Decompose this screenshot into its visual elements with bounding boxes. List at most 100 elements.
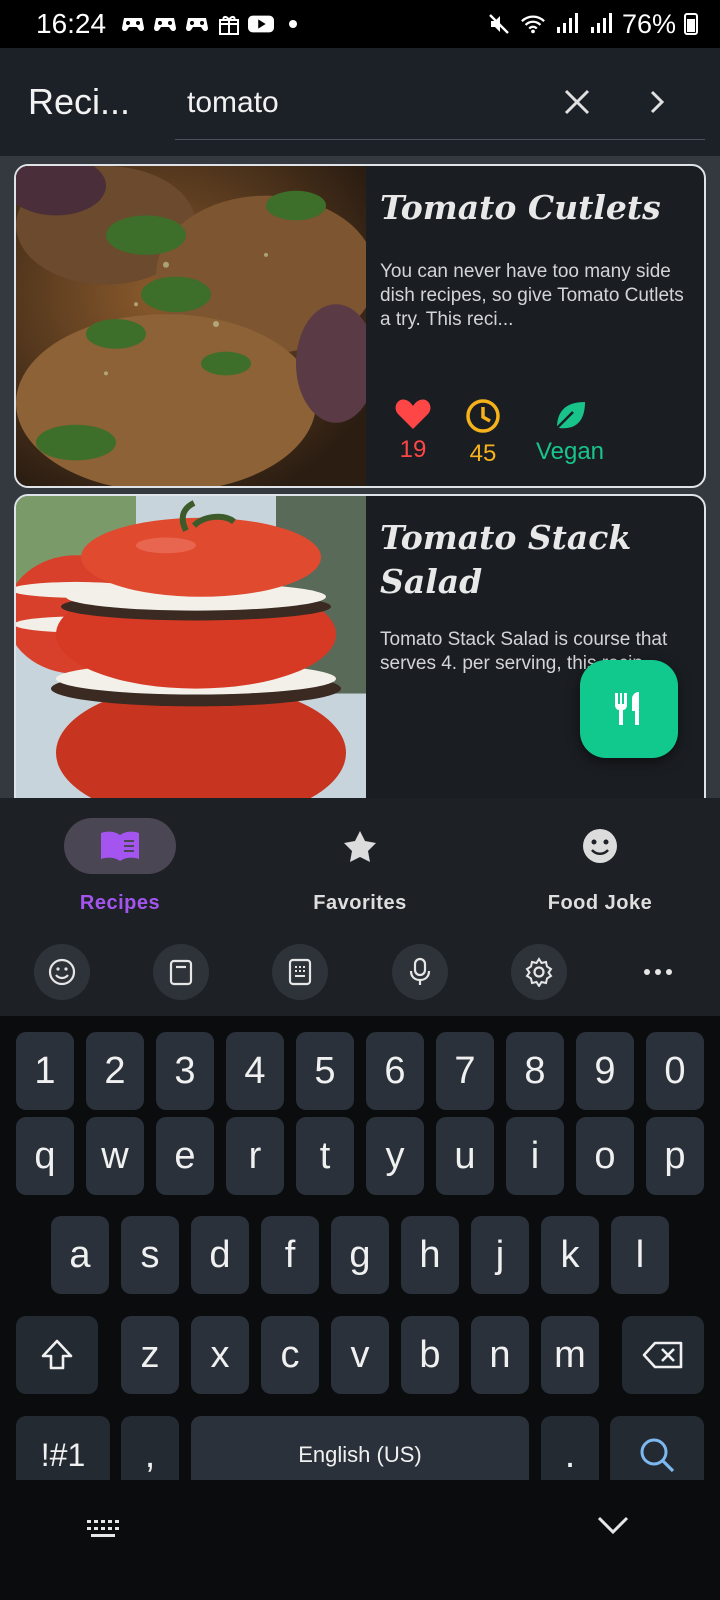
youtube-icon: [248, 14, 275, 34]
smiley-icon: [583, 829, 617, 863]
key-m[interactable]: m: [541, 1316, 599, 1394]
key-6[interactable]: 6: [366, 1032, 424, 1110]
diet-label: Vegan: [535, 438, 605, 465]
more-options-button[interactable]: [630, 944, 686, 1000]
key-q[interactable]: q: [16, 1117, 74, 1195]
nav-favorites[interactable]: Favorites: [240, 798, 480, 928]
wifi-icon: [520, 14, 546, 34]
backspace-icon: [642, 1341, 683, 1369]
heart-icon: [395, 399, 431, 429]
nav-label: Food Joke: [547, 892, 653, 914]
bottom-navigation: Recipes Favorites Food Joke: [0, 798, 720, 928]
shift-key[interactable]: [16, 1316, 98, 1394]
recipe-image: [16, 496, 366, 798]
key-e[interactable]: e: [156, 1117, 214, 1195]
key-p[interactable]: p: [646, 1117, 704, 1195]
time-stat: 45: [460, 398, 506, 468]
hide-keyboard-button[interactable]: [596, 1514, 630, 1541]
mute-icon: [486, 14, 512, 34]
settings-icon: [525, 957, 553, 987]
key-3[interactable]: 3: [156, 1032, 214, 1110]
key-f[interactable]: f: [261, 1216, 319, 1294]
battery-icon: [684, 13, 698, 35]
nav-recipes[interactable]: Recipes: [0, 798, 240, 928]
key-2[interactable]: 2: [86, 1032, 144, 1110]
battery-percent: 76%: [621, 8, 676, 39]
key-n[interactable]: n: [471, 1316, 529, 1394]
key-d[interactable]: d: [191, 1216, 249, 1294]
keyboard-icon: [87, 1520, 119, 1537]
recipe-stats: 19 45 Vegan: [390, 398, 610, 468]
key-4[interactable]: 4: [226, 1032, 284, 1110]
chevron-right-icon: [650, 90, 665, 114]
keyboard-toolbar: [0, 928, 720, 1016]
mic-icon: [409, 957, 430, 985]
key-b[interactable]: b: [401, 1316, 459, 1394]
voice-input-button[interactable]: [391, 944, 448, 1000]
key-j[interactable]: j: [471, 1216, 529, 1294]
key-7[interactable]: 7: [436, 1032, 494, 1110]
app-title: Reci...: [28, 81, 131, 122]
recipe-title: Tomato Stack Salad: [380, 518, 632, 601]
key-u[interactable]: u: [436, 1117, 494, 1195]
recipe-card[interactable]: Tomato Cutlets You can never have too ma…: [14, 164, 706, 488]
leaf-icon: [556, 402, 585, 429]
dot-icon: [280, 14, 306, 34]
key-x[interactable]: x: [191, 1316, 249, 1394]
key-r[interactable]: r: [226, 1117, 284, 1195]
key-9[interactable]: 9: [576, 1032, 634, 1110]
recipe-title: Tomato Cutlets: [380, 188, 661, 227]
book-icon: [101, 831, 139, 861]
signal-icon: [554, 13, 580, 34]
key-i[interactable]: i: [506, 1117, 564, 1195]
gift-icon: [216, 14, 242, 35]
clipboard-icon: [170, 959, 193, 986]
likes-count: 19: [399, 436, 427, 463]
search-input[interactable]: [175, 85, 535, 120]
submit-search-button[interactable]: [635, 80, 679, 124]
key-g[interactable]: g: [331, 1216, 389, 1294]
game-icon: [120, 14, 146, 34]
nav-food-joke[interactable]: Food Joke: [480, 798, 720, 928]
backspace-key[interactable]: [622, 1316, 704, 1394]
key-h[interactable]: h: [401, 1216, 459, 1294]
chevron-down-icon: [597, 1516, 629, 1535]
nav-food-joke-indicator: [544, 818, 656, 874]
clear-search-button[interactable]: [555, 80, 599, 124]
key-0[interactable]: 0: [646, 1032, 704, 1110]
recipe-body: Tomato Cutlets You can never have too ma…: [380, 166, 688, 486]
emoji-button[interactable]: [34, 944, 90, 1000]
star-icon: [344, 831, 376, 862]
key-8[interactable]: 8: [506, 1032, 564, 1110]
search-icon: [640, 1438, 675, 1473]
key-z[interactable]: z: [121, 1316, 179, 1394]
key-t[interactable]: t: [296, 1117, 354, 1195]
keyboard-switch-button[interactable]: [86, 1518, 122, 1545]
clipboard-button[interactable]: [153, 944, 210, 1000]
nav-recipes-indicator: [64, 818, 176, 874]
keypad-button[interactable]: [272, 944, 329, 1000]
search-bar: [175, 66, 705, 140]
key-1[interactable]: 1: [16, 1032, 74, 1110]
key-y[interactable]: y: [366, 1117, 424, 1195]
food-fab-button[interactable]: [580, 660, 678, 758]
key-w[interactable]: w: [86, 1117, 144, 1195]
key-5[interactable]: 5: [296, 1032, 354, 1110]
nav-label: Favorites: [313, 892, 407, 914]
key-k[interactable]: k: [541, 1216, 599, 1294]
key-o[interactable]: o: [576, 1117, 634, 1195]
key-l[interactable]: l: [611, 1216, 669, 1294]
key-c[interactable]: c: [261, 1316, 319, 1394]
keypad-icon: [289, 958, 312, 986]
signal-icon: [588, 13, 614, 34]
close-icon: [564, 89, 590, 115]
key-a[interactable]: a: [51, 1216, 109, 1294]
keyboard-settings-button[interactable]: [510, 944, 567, 1000]
key-s[interactable]: s: [121, 1216, 179, 1294]
vegan-stat: Vegan: [530, 398, 610, 468]
likes-stat: 19: [390, 398, 436, 468]
clock-icon: [466, 399, 500, 433]
game-icon: [184, 14, 210, 34]
emoji-icon: [48, 958, 76, 986]
key-v[interactable]: v: [331, 1316, 389, 1394]
